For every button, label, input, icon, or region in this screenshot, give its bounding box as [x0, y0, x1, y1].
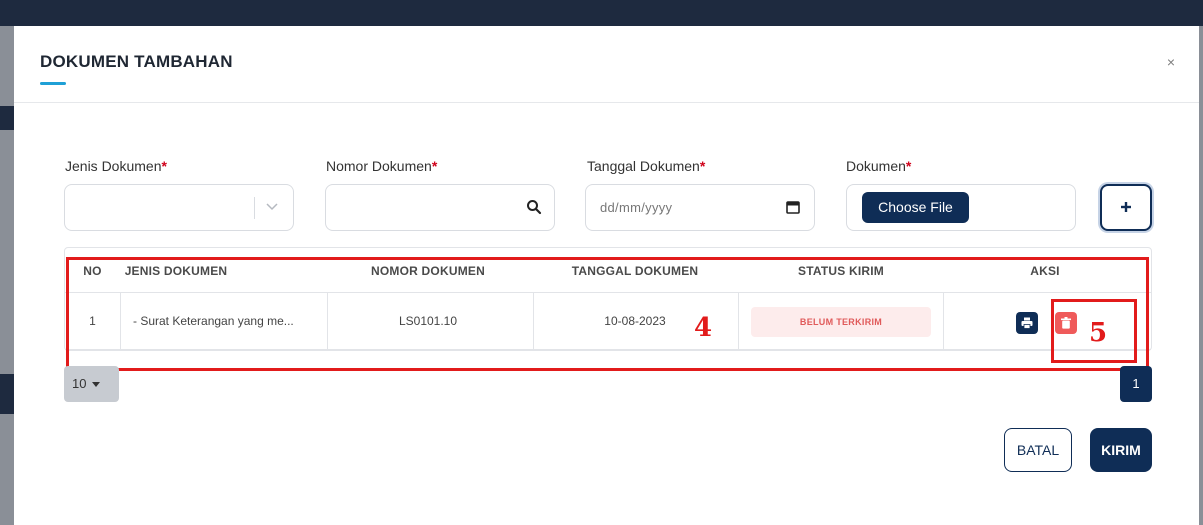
submit-button[interactable]: KIRIM	[1090, 428, 1152, 472]
required-mark: *	[161, 158, 167, 174]
modal-title: DOKUMEN TAMBAHAN	[40, 52, 233, 71]
select-separator	[254, 197, 255, 219]
background-sidebar	[0, 26, 14, 525]
dokumen-label-text: Dokumen	[846, 158, 906, 174]
search-icon	[527, 200, 542, 215]
page-size-value: 10	[72, 376, 87, 391]
dokumen-tambahan-modal: DOKUMEN TAMBAHAN × Jenis Dokumen* Nomor …	[14, 26, 1199, 525]
background-edge	[1199, 26, 1203, 525]
add-document-button[interactable]	[1100, 184, 1152, 231]
page-size-select[interactable]: 10	[64, 366, 119, 402]
dokumen-file-input: Choose File	[846, 184, 1076, 231]
tanggal-dokumen-label-text: Tanggal Dokumen	[587, 158, 700, 174]
calendar-icon	[786, 201, 800, 214]
required-mark: *	[699, 158, 706, 174]
background-mark	[0, 106, 14, 130]
caret-down-icon	[92, 382, 101, 388]
jenis-dokumen-label-text: Jenis Dokumen	[65, 158, 162, 174]
choose-file-button[interactable]: Choose File	[862, 192, 969, 223]
top-navbar	[0, 0, 1203, 26]
chevron-down-icon	[266, 203, 278, 211]
nomor-dokumen-label-text: Nomor Dokumen	[326, 158, 432, 174]
background-mark	[0, 374, 14, 414]
jenis-dokumen-select[interactable]	[64, 184, 294, 231]
annotation-label-5: 5	[1089, 318, 1108, 348]
annotation-box-table	[66, 257, 1149, 371]
header-divider	[14, 102, 1199, 103]
title-underline	[40, 82, 66, 85]
nomor-dokumen-input[interactable]	[325, 184, 555, 231]
required-mark: *	[905, 158, 912, 174]
date-placeholder: dd/mm/yyyy	[600, 200, 673, 215]
dokumen-label: Dokumen*	[846, 158, 911, 174]
cancel-button[interactable]: BATAL	[1004, 428, 1072, 472]
page-number-button[interactable]: 1	[1120, 366, 1152, 402]
annotation-label-4: 4	[694, 313, 713, 343]
required-mark: *	[431, 158, 438, 174]
tanggal-dokumen-label: Tanggal Dokumen*	[587, 158, 705, 174]
close-button[interactable]: ×	[1163, 54, 1179, 70]
nomor-dokumen-label: Nomor Dokumen*	[326, 158, 437, 174]
tanggal-dokumen-input[interactable]: dd/mm/yyyy	[585, 184, 815, 231]
jenis-dokumen-label: Jenis Dokumen*	[65, 158, 167, 174]
close-icon: ×	[1166, 54, 1176, 70]
plus-icon	[1121, 202, 1131, 212]
